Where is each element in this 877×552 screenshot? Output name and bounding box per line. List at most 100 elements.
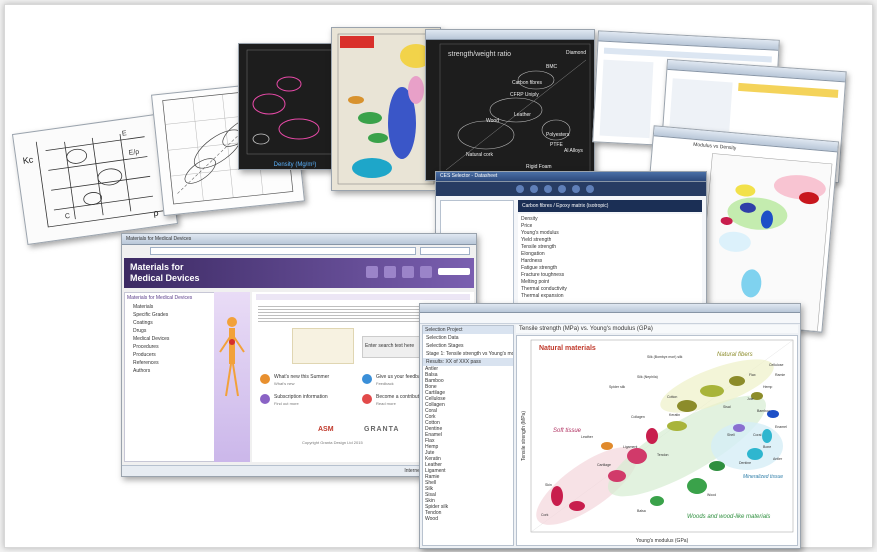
bubble-label: Bone xyxy=(763,445,771,449)
bubble-label: Shell xyxy=(727,433,735,437)
bubble-label: Keratin xyxy=(669,413,680,417)
sidebar-tab[interactable]: Materials for Medical Devices xyxy=(125,293,215,303)
toolbar-button-6[interactable] xyxy=(586,185,594,193)
ratio-label-al: Al Alloys xyxy=(564,148,583,154)
bubble-label: Cork xyxy=(541,513,549,517)
tree-item-1[interactable]: Specific Grades xyxy=(125,311,215,319)
brand-line-1: Materials for xyxy=(130,262,184,272)
ces-bubble-chart: Natural materials Natural fibers Soft ti… xyxy=(521,339,794,544)
dark-bubble-chart: Density (Mg/m³) xyxy=(246,49,336,168)
annot-natural-materials: Natural materials xyxy=(539,345,596,352)
header-home-icon[interactable] xyxy=(366,266,378,278)
bubble-label: Wood xyxy=(707,493,716,497)
field-5: Elongation xyxy=(521,251,545,257)
tile-whats-new-title[interactable]: What's new this Summer xyxy=(274,374,329,380)
bubble-label: Sisal xyxy=(723,405,731,409)
logo-granta: GRANTA xyxy=(364,426,400,433)
tile-whats-new-sub[interactable]: What's new xyxy=(274,381,295,386)
header-help-icon[interactable] xyxy=(420,266,432,278)
ratio-label-leather: Leather xyxy=(514,112,531,118)
ces-selector-window: Selection Project Selection Data Selecti… xyxy=(419,303,801,549)
bubble-label: Cellulose xyxy=(769,363,783,367)
selection-project-header: Selection Project xyxy=(423,326,513,334)
collage-frame: Kc ρ E E/ρ C Density (Mg/m³) strength/we… xyxy=(4,4,873,549)
tile-whats-new-icon xyxy=(260,374,270,384)
annot-woods: Woods and wood-like materials xyxy=(687,514,770,520)
ratio-chart-title: strength/weight ratio xyxy=(448,51,511,58)
field-11: Thermal expansion xyxy=(521,293,564,299)
ratio-label-wood: Wood xyxy=(486,118,499,124)
enter-search-button[interactable]: Enter search text here xyxy=(362,336,420,358)
selection-item-2[interactable]: Stage 1: Tensile strength vs Young's mod… xyxy=(423,350,513,358)
results-list: Antler Balsa Bamboo Bone Cartilage Cellu… xyxy=(425,366,511,543)
ces-chart-panel: Natural materials Natural fibers Soft ti… xyxy=(516,335,798,546)
ratio-label-foam: Rigid Foam xyxy=(526,164,552,170)
tree-item-8[interactable]: Authors xyxy=(125,367,215,375)
ratio-label-carbon: Carbon fibres xyxy=(512,80,543,86)
datasheet-header: Carbon fibres / Epoxy matrix (isotropic) xyxy=(518,200,702,212)
selection-item-1[interactable]: Selection Stages xyxy=(423,342,513,350)
toolbar-button-5[interactable] xyxy=(572,185,580,193)
sketch-y-label: Kc xyxy=(22,154,34,165)
browser-titlebar: Materials for Medical Devices xyxy=(122,234,476,245)
field-3: Yield strength xyxy=(521,237,552,243)
field-0: Density xyxy=(521,216,538,222)
logo-asm: ASM xyxy=(318,426,334,433)
selection-item-3[interactable]: Results: XX of XXX pass xyxy=(423,358,513,366)
dark-ratio-chart: strength/weight ratio BMC Diamond Carbon… xyxy=(439,43,591,177)
field-8: Fracture toughness xyxy=(521,272,565,278)
ces-toolbar xyxy=(420,313,800,324)
bubble-label: Tendon xyxy=(657,453,669,457)
field-10: Thermal conductivity xyxy=(521,286,567,292)
tile-subscription-sub[interactable]: Find out more xyxy=(274,401,299,406)
browser-title: Materials for Medical Devices xyxy=(126,236,192,242)
body-figure-icon xyxy=(219,317,245,397)
toolbar-button-4[interactable] xyxy=(558,185,566,193)
tree-item-0[interactable]: Materials xyxy=(125,303,215,311)
toolbar-button-3[interactable] xyxy=(544,185,552,193)
result-row[interactable]: Wood xyxy=(425,516,511,522)
tree-item-3[interactable]: Drugs xyxy=(125,327,215,335)
browser-address-bar[interactable] xyxy=(150,247,416,255)
tree-item-4[interactable]: Medical Devices xyxy=(125,335,215,343)
tile-subscription-title[interactable]: Subscription information xyxy=(274,394,328,400)
tile-feedback-icon xyxy=(362,374,372,384)
toolbar-button-1[interactable] xyxy=(516,185,524,193)
tile-contributor-sub[interactable]: Read more xyxy=(376,401,396,406)
ces-xlabel: Young's modulus (GPa) xyxy=(636,538,689,544)
header-search-icon[interactable] xyxy=(384,266,396,278)
bubble-label: Ramie xyxy=(775,373,785,377)
hand-sketch-card: Kc ρ E E/ρ C xyxy=(11,112,179,246)
browser-search-box[interactable] xyxy=(420,247,470,255)
field-4: Tensile strength xyxy=(521,244,557,250)
sketch-x-label: ρ xyxy=(153,208,159,219)
toolbar-button-2[interactable] xyxy=(530,185,538,193)
field-7: Fatigue strength xyxy=(521,265,558,271)
header-search-field[interactable] xyxy=(438,268,470,275)
dark-chart-xlabel: Density (Mg/m³) xyxy=(274,162,317,168)
sketch-mark-2: E/ρ xyxy=(128,149,139,157)
tile-feedback-sub[interactable]: Feedback xyxy=(376,381,394,386)
brand-line-2: Medical Devices xyxy=(130,273,200,283)
annot-mineralized-tissue: Mineralized tissue xyxy=(743,474,783,480)
field-6: Hardness xyxy=(521,258,543,264)
header-compare-icon[interactable] xyxy=(402,266,414,278)
copyright-text: Copyright Granta Design Ltd 2015 xyxy=(302,440,363,445)
tile-contributor-title[interactable]: Become a contributor xyxy=(376,394,424,400)
bubble-label: Silk (Bombyx mori) silk xyxy=(647,355,683,359)
color-blob-chart xyxy=(337,33,435,185)
tree-item-7[interactable]: References xyxy=(125,359,215,367)
tree-item-6[interactable]: Producers xyxy=(125,351,215,359)
datasheet-toolbar xyxy=(436,182,706,196)
field-1: Price xyxy=(521,223,533,229)
tree-item-5[interactable]: Procedures xyxy=(125,343,215,351)
ces-chart-header: Tensile strength (MPa) vs. Young's modul… xyxy=(516,325,798,333)
ces-ylabel: Tensile strength (MPa) xyxy=(521,411,527,461)
ratio-label-cfrp: CFRP Uniply xyxy=(510,92,539,98)
sketch-mark-1: E xyxy=(122,130,128,138)
selection-item-0[interactable]: Selection Data xyxy=(423,334,513,342)
annot-natural-fibers: Natural fibers xyxy=(717,352,753,358)
tree-item-2[interactable]: Coatings xyxy=(125,319,215,327)
hand-sketch: Kc ρ E E/ρ C xyxy=(22,130,166,228)
bubble-label: Flax xyxy=(749,373,756,377)
